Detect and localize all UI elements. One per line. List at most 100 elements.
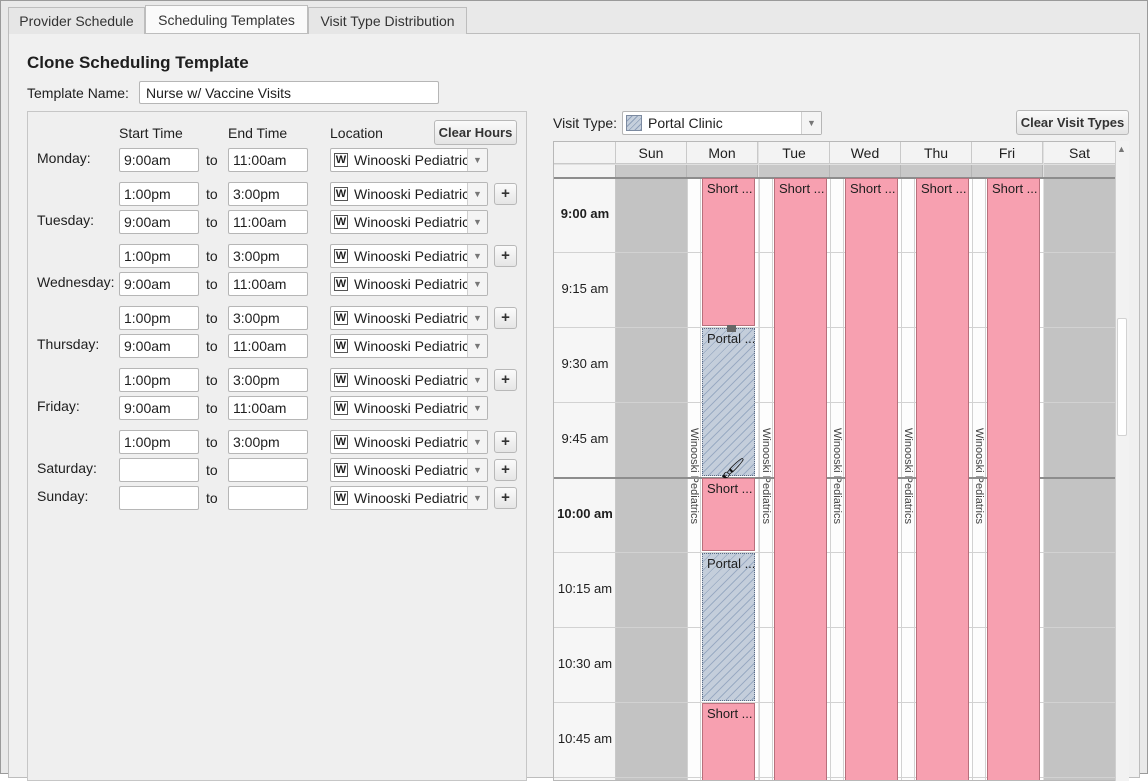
end-time-input[interactable] (228, 486, 308, 510)
location-select[interactable]: W Winooski Pediatrics ▼ (330, 210, 488, 234)
start-time-input[interactable] (119, 486, 199, 510)
start-time-input[interactable] (119, 182, 199, 206)
to-label: to (206, 248, 218, 264)
short-visit-block[interactable]: Short ... (702, 703, 755, 780)
tab-provider-schedule[interactable]: Provider Schedule (8, 7, 145, 34)
end-time-input[interactable] (228, 148, 308, 172)
end-time-input[interactable] (228, 368, 308, 392)
chevron-down-icon[interactable]: ▼ (467, 487, 487, 509)
time-label: 9:15 am (561, 281, 609, 296)
paint-brush-icon: 🖌 (720, 458, 746, 480)
to-label: to (206, 338, 218, 354)
location-icon: W (334, 463, 348, 477)
calendar-scrollbar[interactable] (1115, 141, 1129, 781)
clear-visit-types-button[interactable]: Clear Visit Types (1016, 110, 1129, 135)
location-select[interactable]: W Winooski Pediatrics ▼ (330, 396, 488, 420)
end-time-input[interactable] (228, 458, 308, 482)
add-hours-button[interactable]: + (494, 431, 517, 453)
chevron-down-icon[interactable]: ▼ (467, 183, 487, 205)
scrollbar-thumb[interactable] (1117, 318, 1127, 436)
location-select[interactable]: W Winooski Pediatrics ▼ (330, 458, 488, 482)
add-hours-button[interactable]: + (494, 459, 517, 481)
location-icon: W (334, 491, 348, 505)
chevron-down-icon[interactable]: ▼ (467, 459, 487, 481)
chevron-down-icon[interactable]: ▼ (801, 112, 821, 134)
location-select[interactable]: W Winooski Pediatrics ▼ (330, 486, 488, 510)
scroll-up-icon[interactable]: ▲ (1117, 144, 1126, 154)
visit-type-select[interactable]: Portal Clinic ▼ (622, 111, 822, 135)
template-name-input[interactable] (139, 81, 439, 104)
day-label: Sunday: (37, 488, 89, 504)
to-label: to (206, 490, 218, 506)
chevron-down-icon[interactable]: ▼ (467, 335, 487, 357)
location-select[interactable]: W Winooski Pediatrics ▼ (330, 244, 488, 268)
end-time-input[interactable] (228, 272, 308, 296)
short-visit-block[interactable]: Short ... (702, 178, 755, 326)
to-label: to (206, 400, 218, 416)
start-time-input[interactable] (119, 396, 199, 420)
chevron-down-icon[interactable]: ▼ (467, 149, 487, 171)
tab-scheduling-templates[interactable]: Scheduling Templates (145, 5, 308, 33)
calendar-grid: Sun Mon Tue Wed Thu Fri Sat 9:00 am 9:15 am 9:30 … (553, 141, 1129, 781)
start-time-input[interactable] (119, 458, 199, 482)
start-time-input[interactable] (119, 430, 199, 454)
location-select[interactable]: W Winooski Pediatrics ▼ (330, 430, 488, 454)
location-value: Winooski Pediatrics (354, 400, 470, 416)
template-name-label: Template Name: (27, 85, 129, 101)
time-label: 10:45 am (557, 731, 613, 746)
add-hours-button[interactable]: + (494, 245, 517, 267)
end-time-input[interactable] (228, 210, 308, 234)
day-header: Sat (1044, 142, 1116, 164)
end-time-input[interactable] (228, 306, 308, 330)
portal-visit-block[interactable]: Portal ... (702, 553, 755, 701)
start-time-header: Start Time (119, 125, 183, 141)
chevron-down-icon[interactable]: ▼ (467, 273, 487, 295)
add-hours-button[interactable]: + (494, 487, 517, 509)
add-hours-button[interactable]: + (494, 369, 517, 391)
short-visit-block[interactable]: Short ... (702, 478, 755, 551)
day-header-strip (1044, 165, 1116, 177)
location-select[interactable]: W Winooski Pediatrics ▼ (330, 272, 488, 296)
short-visit-block[interactable]: Short ... (987, 178, 1040, 780)
add-hours-button[interactable]: + (494, 307, 517, 329)
chevron-down-icon[interactable]: ▼ (467, 369, 487, 391)
end-time-header: End Time (228, 125, 288, 141)
start-time-input[interactable] (119, 148, 199, 172)
start-time-input[interactable] (119, 210, 199, 234)
location-select[interactable]: W Winooski Pediatrics ▼ (330, 334, 488, 358)
start-time-input[interactable] (119, 306, 199, 330)
start-time-input[interactable] (119, 244, 199, 268)
end-time-input[interactable] (228, 334, 308, 358)
short-visit-block[interactable]: Short ... (916, 178, 969, 780)
location-value: Winooski Pediatrics (354, 434, 470, 450)
location-select[interactable]: W Winooski Pediatrics ▼ (330, 182, 488, 206)
chevron-down-icon[interactable]: ▼ (467, 397, 487, 419)
short-visit-block[interactable]: Short ... (774, 178, 827, 780)
chevron-down-icon[interactable]: ▼ (467, 245, 487, 267)
end-time-input[interactable] (228, 396, 308, 420)
day-header-strip (972, 165, 1043, 177)
end-time-input[interactable] (228, 244, 308, 268)
start-time-input[interactable] (119, 368, 199, 392)
resize-handle-icon[interactable] (727, 325, 736, 332)
location-select[interactable]: W Winooski Pediatrics ▼ (330, 148, 488, 172)
start-time-input[interactable] (119, 334, 199, 358)
day-header: Thu (901, 142, 972, 164)
end-time-input[interactable] (228, 182, 308, 206)
start-time-input[interactable] (119, 272, 199, 296)
portal-clinic-swatch-icon (626, 115, 642, 131)
end-time-input[interactable] (228, 430, 308, 454)
day-header-strip (687, 165, 758, 177)
chevron-down-icon[interactable]: ▼ (467, 431, 487, 453)
add-hours-button[interactable]: + (494, 183, 517, 205)
location-icon: W (334, 277, 348, 291)
chevron-down-icon[interactable]: ▼ (467, 211, 487, 233)
location-select[interactable]: W Winooski Pediatrics ▼ (330, 368, 488, 392)
portal-visit-block[interactable]: Portal ... (702, 328, 755, 476)
location-select[interactable]: W Winooski Pediatrics ▼ (330, 306, 488, 330)
clear-hours-button[interactable]: Clear Hours (434, 120, 517, 145)
location-value: Winooski Pediatrics (354, 338, 470, 354)
tab-visit-type-distribution[interactable]: Visit Type Distribution (308, 7, 467, 34)
short-visit-block[interactable]: Short ... (845, 178, 898, 780)
chevron-down-icon[interactable]: ▼ (467, 307, 487, 329)
